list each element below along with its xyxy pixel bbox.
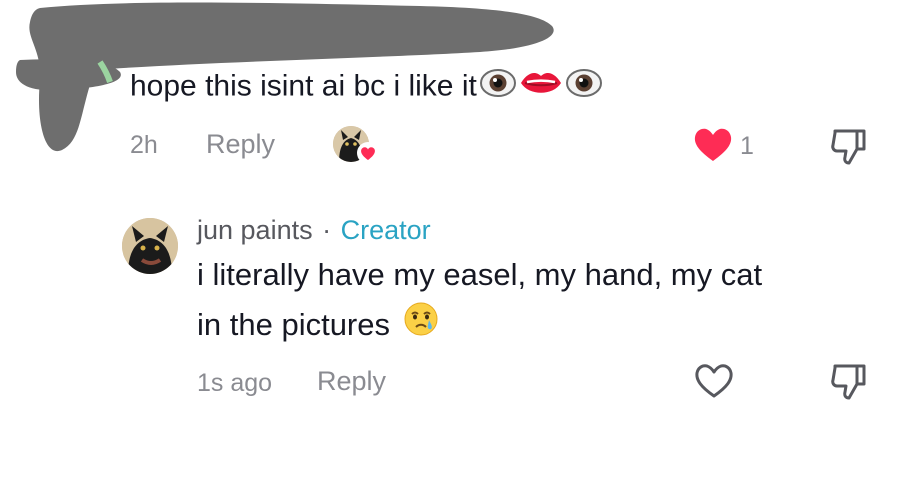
reply-username[interactable]: jun paints [197, 215, 313, 245]
comment-text: hope this isint ai bc i like it [130, 68, 603, 107]
eye-emoji [565, 68, 603, 107]
lips-emoji [519, 68, 563, 107]
like-heart-icon[interactable] [693, 127, 733, 168]
reply-like-icon[interactable] [693, 362, 735, 405]
reply-text-line-1: i literally have my easel, my hand, my c… [197, 257, 763, 292]
reply-avatar[interactable] [122, 218, 178, 274]
reply-text: i literally have my easel, my hand, my c… [197, 250, 877, 352]
reply-text-line-2: in the pictures [197, 307, 390, 342]
creator-liked-avatar [333, 126, 379, 166]
reply-reply-button[interactable]: Reply [317, 366, 386, 397]
comment-reply-button[interactable]: Reply [206, 129, 275, 160]
eye-emoji [479, 68, 517, 107]
creator-badge: Creator [340, 215, 431, 245]
comment-timestamp: 2h [130, 131, 158, 159]
reply-username-line: jun paints · Creator [197, 215, 431, 246]
holding-back-tears-emoji [403, 301, 439, 352]
like-count: 1 [740, 132, 754, 160]
reply-timestamp: 1s ago [197, 369, 273, 397]
username-separator: · [322, 215, 332, 245]
heart-badge-icon [357, 142, 379, 169]
reply-dislike-icon[interactable] [829, 362, 869, 407]
dislike-icon[interactable] [829, 127, 869, 172]
